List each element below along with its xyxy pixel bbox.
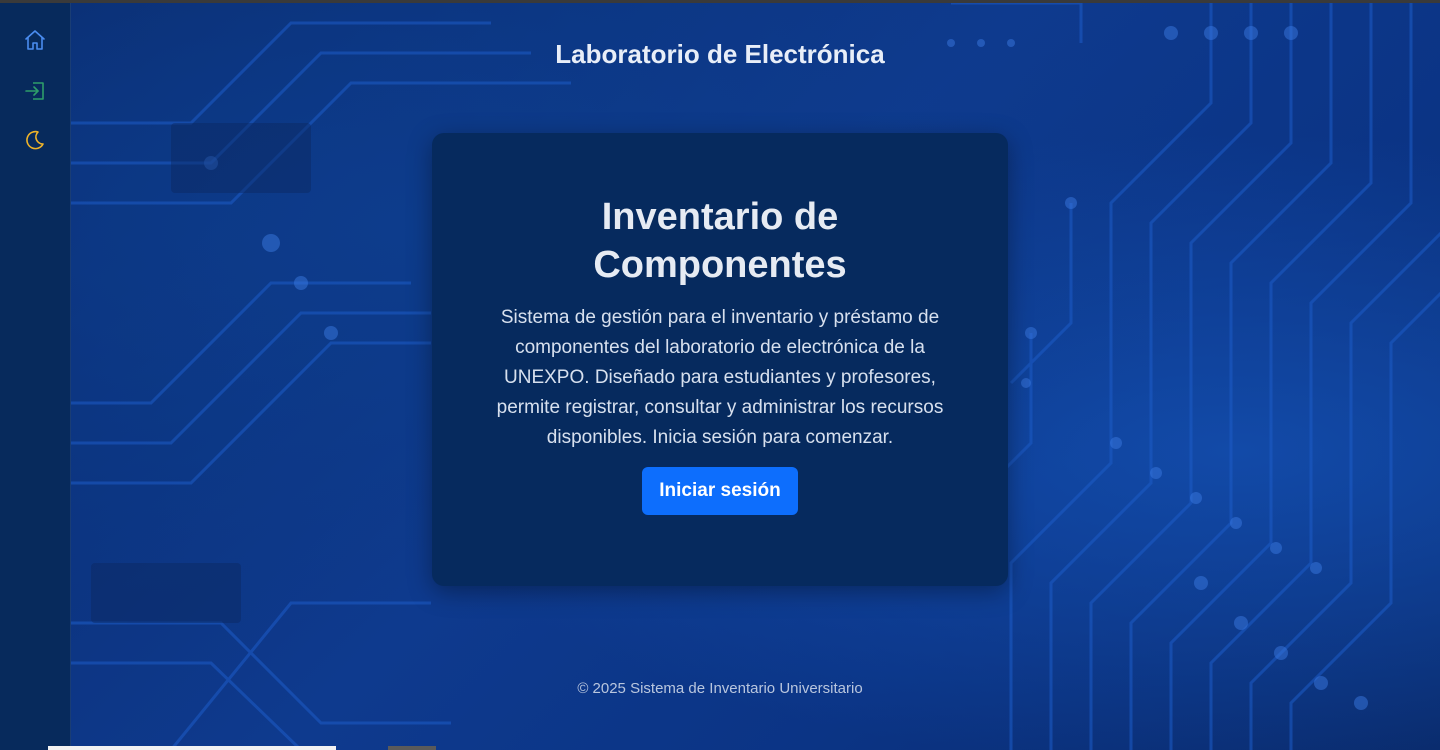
main-content: Laboratorio de Electrónica Inventario de…: [71, 3, 1440, 750]
taskbar-fragment: [48, 746, 336, 750]
card-title: Inventario de Componentes: [432, 193, 1008, 289]
window-top-border: [0, 0, 1440, 3]
card-title-line2: Componentes: [593, 244, 847, 286]
card-title-line1: Inventario de: [601, 196, 839, 238]
page-title: Laboratorio de Electrónica: [555, 39, 885, 69]
login-icon: [25, 82, 44, 100]
login-nav-button[interactable]: [20, 76, 50, 106]
welcome-card: Inventario de Componentes Sistema de ges…: [432, 133, 1008, 586]
login-button[interactable]: Iniciar sesión: [642, 467, 798, 515]
moon-icon: [26, 130, 44, 150]
card-description: Sistema de gestión para el inventario y …: [496, 307, 944, 448]
home-icon: [25, 30, 45, 50]
theme-toggle-button[interactable]: [20, 125, 50, 155]
sidebar: [0, 3, 71, 750]
taskbar-fragment-2: [388, 746, 436, 750]
footer-copyright: © 2025 Sistema de Inventario Universitar…: [577, 680, 863, 697]
home-button[interactable]: [20, 25, 50, 55]
